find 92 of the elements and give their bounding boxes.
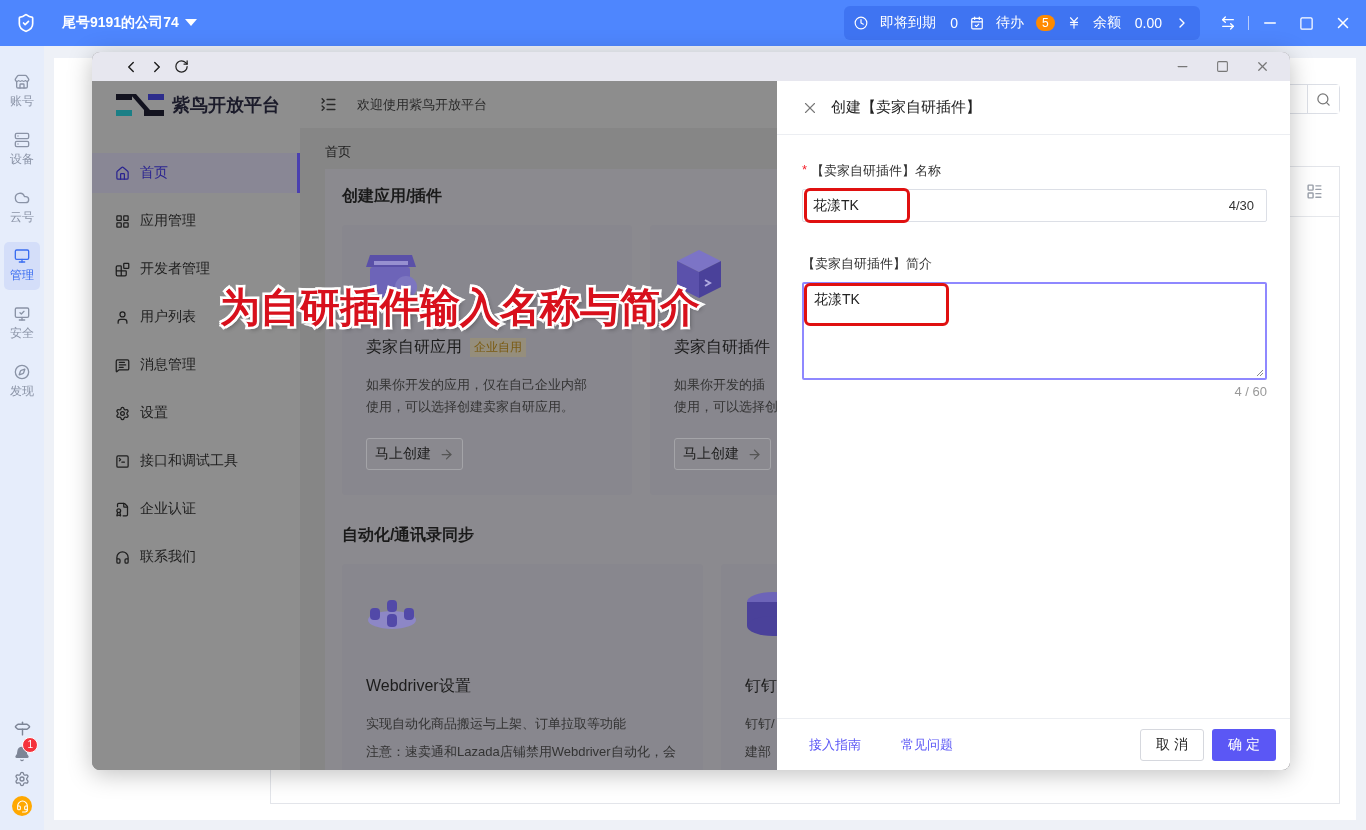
stat-value: 0.00	[1134, 15, 1162, 31]
home-icon	[115, 165, 130, 181]
stat-label: 待办	[996, 14, 1025, 32]
nav-item[interactable]: 联系我们	[92, 537, 211, 577]
name-field[interactable]: 花漾TK 4/30	[802, 189, 1267, 222]
list-view-icon[interactable]	[1306, 183, 1323, 200]
monitor-check-icon	[14, 306, 30, 322]
store-icon	[14, 74, 30, 90]
stat-label: 余额	[1092, 14, 1121, 32]
rail-item[interactable]: 账号	[4, 68, 40, 116]
nav-item[interactable]: 消息管理	[92, 345, 211, 385]
nav-item[interactable]: 开发者管理	[92, 249, 225, 289]
nav-item[interactable]: 用户列表	[92, 297, 211, 337]
help-link[interactable]: 接入指南	[809, 735, 861, 754]
search-icon[interactable]	[1307, 85, 1339, 113]
close-icon[interactable]	[1255, 59, 1270, 74]
switch-icon[interactable]	[1220, 15, 1236, 31]
clock-icon	[854, 16, 869, 30]
char-count: 4/30	[1228, 198, 1254, 213]
rail-item[interactable]: 设备	[4, 126, 40, 174]
arrow-right-icon	[747, 446, 762, 462]
create-button[interactable]: 马上创建	[366, 438, 463, 470]
maximize-icon[interactable]	[1216, 60, 1229, 73]
card-title: 卖家自研应用	[366, 337, 462, 357]
cloud-icon	[14, 190, 30, 206]
calendar-icon	[970, 16, 985, 30]
char-count: 4 / 60	[1234, 384, 1267, 399]
rail-item[interactable]: 安全	[4, 300, 40, 348]
breadcrumb: 首页	[325, 143, 352, 161]
stat-label: 即将到期	[880, 14, 937, 32]
logo-icon	[116, 93, 164, 116]
rail-item[interactable]: 管理	[4, 242, 40, 290]
cancel-button[interactable]: 取 消	[1140, 728, 1204, 761]
required-mark: *	[802, 162, 808, 179]
certificate-icon	[115, 501, 130, 517]
card-description: 使用，可以选择创建卖家自研应用。	[366, 398, 574, 416]
section-title: 自动化/通讯录同步	[342, 525, 475, 545]
card-description: 使用，可以选择创	[674, 398, 778, 416]
card-title: Webdriver设置	[366, 676, 471, 696]
headphones-icon	[115, 549, 130, 565]
card-description: 注意：速卖通和Lazada店铺禁用Webdriver自动化，会	[366, 743, 676, 761]
server-icon	[14, 132, 30, 148]
settings-icon	[115, 405, 130, 421]
bell-icon[interactable]	[14, 746, 30, 762]
nav-item[interactable]: 首页	[92, 153, 300, 193]
card-title: 钉钉	[745, 676, 777, 696]
monitor-icon	[14, 248, 30, 264]
compass-icon	[14, 364, 30, 380]
count-badge: 5	[1036, 15, 1055, 31]
caret-icon[interactable]	[184, 19, 197, 27]
signpost-icon[interactable]	[13, 720, 31, 737]
rail-item[interactable]: 发现	[4, 358, 40, 406]
card-description: 实现自动化商品搬运与上架、订单拉取等功能	[366, 715, 626, 733]
welcome-text: 欢迎使用紫鸟开放平台	[357, 95, 487, 114]
rail-item[interactable]: 云号	[4, 184, 40, 232]
nav-item[interactable]: 设置	[92, 393, 183, 433]
nav-item[interactable]: 接口和调试工具	[92, 441, 253, 481]
headset-icon[interactable]	[12, 796, 32, 816]
section-title: 创建应用/插件	[342, 186, 443, 206]
card-description: 建部	[745, 743, 771, 761]
user-icon	[115, 309, 130, 325]
field-value: 花漾TK	[814, 291, 860, 307]
logo-icon	[16, 13, 36, 33]
card-tag: 企业自用	[470, 338, 526, 357]
caption-text: 为自研插件输入名称与简介	[220, 287, 700, 327]
stat-value: 0	[950, 15, 959, 31]
card-description: 如果你开发的插	[674, 376, 765, 394]
message-icon	[115, 357, 130, 373]
blocks-icon	[115, 261, 130, 277]
nav-item[interactable]: 企业认证	[92, 489, 211, 529]
company-name[interactable]: 尾号9191的公司74	[62, 14, 179, 32]
help-link[interactable]: 常见问题	[901, 735, 953, 754]
confirm-button[interactable]: 确 定	[1212, 728, 1276, 761]
resize-grip-icon[interactable]	[1256, 369, 1264, 377]
intro-field[interactable]: 花漾TK	[802, 282, 1267, 380]
terminal-icon	[115, 453, 130, 469]
notification-badge: 1	[22, 737, 38, 753]
drawer-title: 创建【卖家自研插件】	[831, 98, 981, 117]
logo-text: 紫鸟开放平台	[172, 93, 280, 117]
menu-icon[interactable]	[320, 96, 337, 113]
grid-icon	[115, 213, 130, 229]
field-label: 【卖家自研插件】名称	[811, 162, 942, 180]
nav-item[interactable]: 应用管理	[92, 201, 211, 241]
field-label: 【卖家自研插件】简介	[802, 255, 932, 273]
reload-icon[interactable]	[174, 59, 189, 74]
arrow-right-icon	[439, 446, 454, 462]
card-title: 卖家自研插件	[674, 337, 770, 357]
settings-icon[interactable]	[14, 771, 30, 787]
card-description: 如果你开发的应用，仅在自己企业内部	[366, 376, 587, 394]
card-description: 钉钉/	[745, 715, 775, 733]
create-button[interactable]: 马上创建	[674, 438, 771, 470]
field-value: 花漾TK	[813, 196, 859, 215]
